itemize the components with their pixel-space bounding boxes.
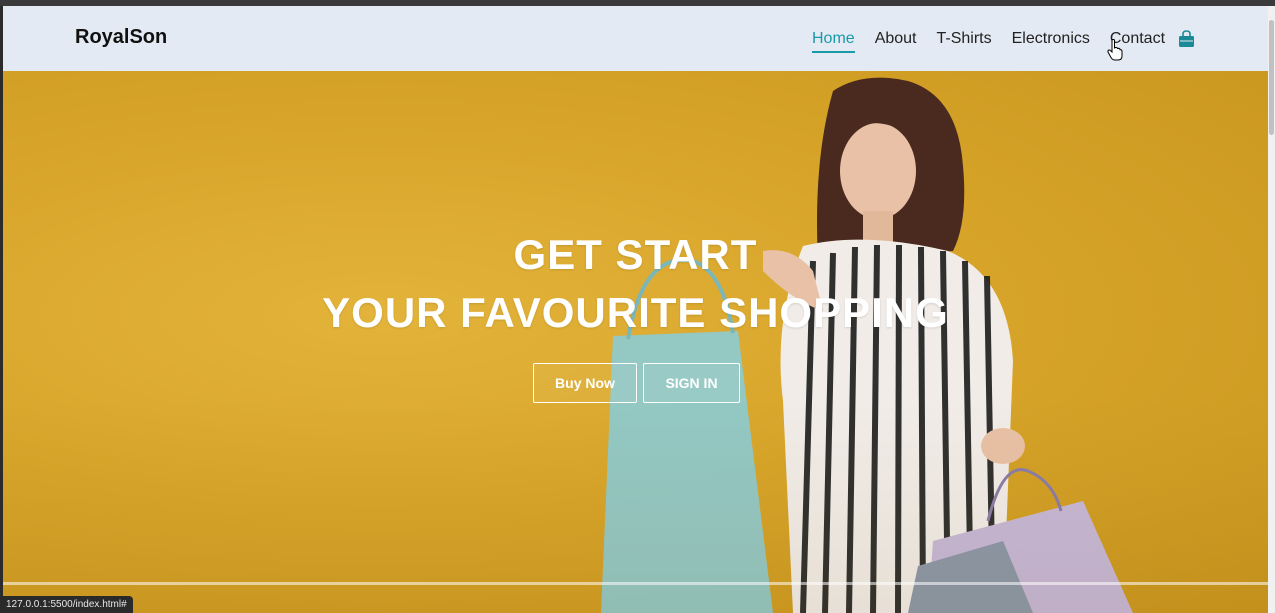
hero-title-line1: GET START bbox=[513, 231, 758, 278]
sign-in-button[interactable]: SIGN IN bbox=[643, 363, 740, 403]
mouse-pointer-icon bbox=[1107, 39, 1123, 61]
hero-section: GET START YOUR FAVOURITE SHOPPING Buy No… bbox=[3, 71, 1268, 613]
nav-item-about[interactable]: About bbox=[875, 30, 917, 48]
nav-item-tshirts[interactable]: T-Shirts bbox=[937, 30, 992, 48]
nav-item-home[interactable]: Home bbox=[812, 30, 855, 53]
scrollbar-thumb[interactable] bbox=[1269, 20, 1274, 135]
status-bar-url: 127.0.0.1:5500/index.html# bbox=[0, 596, 133, 613]
navbar: RoyalSon Home About T-Shirts Electronics… bbox=[3, 6, 1268, 71]
hero-title-line2: YOUR FAVOURITE SHOPPING bbox=[322, 289, 949, 336]
buy-now-button[interactable]: Buy Now bbox=[533, 363, 637, 403]
shopping-bag-icon[interactable] bbox=[1178, 30, 1195, 48]
hero-overlay bbox=[3, 71, 1268, 613]
nav-item-electronics[interactable]: Electronics bbox=[1012, 30, 1090, 48]
brand-logo[interactable]: RoyalSon bbox=[75, 26, 167, 49]
video-progress-track bbox=[3, 582, 1268, 585]
web-page: GET START YOUR FAVOURITE SHOPPING Buy No… bbox=[3, 6, 1268, 613]
nav-menu: Home About T-Shirts Electronics Contact bbox=[812, 30, 1185, 53]
